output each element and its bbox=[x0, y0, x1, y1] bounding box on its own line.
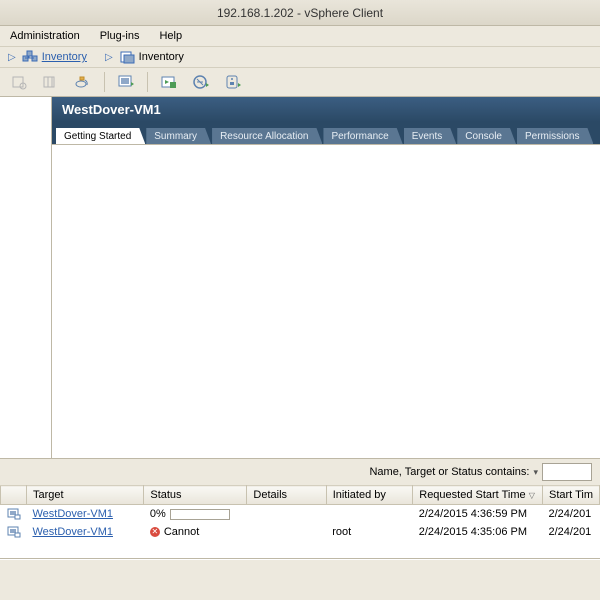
task-target[interactable]: WestDover-VM1 bbox=[33, 508, 113, 520]
inventory-icon-2 bbox=[119, 50, 135, 64]
nav-bar: ▷ Inventory ▷ Inventory bbox=[0, 47, 600, 68]
inventory-icon bbox=[22, 50, 38, 64]
toolbar-btn-4[interactable] bbox=[113, 71, 139, 93]
tab-permissions[interactable]: Permissions bbox=[517, 128, 593, 144]
table-row[interactable]: WestDover-VM1 ✕Cannot root 2/24/2015 4:3… bbox=[1, 523, 600, 541]
nav-arrow-icon: ▷ bbox=[8, 52, 16, 63]
tab-console[interactable]: Console bbox=[457, 128, 516, 144]
status-bar bbox=[0, 559, 600, 581]
breadcrumb-inventory-2: Inventory bbox=[139, 51, 184, 63]
menu-administration[interactable]: Administration bbox=[4, 28, 86, 44]
col-initiated-by[interactable]: Initiated by bbox=[326, 486, 413, 505]
col-requested-start[interactable]: Requested Start Time ▽ bbox=[413, 486, 543, 505]
task-details bbox=[247, 523, 326, 541]
content-pane: WestDover-VM1 Getting Started Summary Re… bbox=[52, 97, 600, 458]
toolbar-btn-2[interactable] bbox=[38, 71, 64, 93]
menu-help[interactable]: Help bbox=[153, 28, 188, 44]
breadcrumb-inventory-1[interactable]: Inventory bbox=[42, 51, 87, 63]
tree-pane[interactable] bbox=[0, 97, 52, 458]
table-spacer bbox=[0, 541, 600, 559]
task-start-time: 2/24/201 bbox=[542, 523, 599, 541]
task-requested-start: 2/24/2015 4:36:59 PM bbox=[413, 505, 543, 524]
window-title: 192.168.1.202 - vSphere Client bbox=[217, 6, 383, 20]
toolbar-btn-5[interactable] bbox=[156, 71, 182, 93]
vm-title: WestDover-VM1 bbox=[52, 97, 600, 122]
toolbar-btn-3[interactable] bbox=[70, 71, 96, 93]
tabs-row: Getting Started Summary Resource Allocat… bbox=[52, 122, 600, 144]
task-status: 0% bbox=[150, 508, 241, 520]
task-start-time: 2/24/201 bbox=[542, 505, 599, 524]
vm-icon bbox=[7, 508, 21, 520]
toolbar-btn-7[interactable] bbox=[220, 71, 246, 93]
toolbar-divider-2 bbox=[147, 72, 148, 92]
tab-getting-started[interactable]: Getting Started bbox=[56, 128, 145, 144]
task-target[interactable]: WestDover-VM1 bbox=[33, 526, 113, 538]
tab-summary[interactable]: Summary bbox=[146, 128, 211, 144]
task-requested-start: 2/24/2015 4:35:06 PM bbox=[413, 523, 543, 541]
task-initiated-by: root bbox=[326, 523, 413, 541]
chevron-down-icon[interactable]: ▾ bbox=[533, 467, 538, 478]
error-icon: ✕ bbox=[150, 527, 160, 537]
nav-arrow-icon-2: ▷ bbox=[105, 52, 113, 63]
col-status[interactable]: Status bbox=[144, 486, 247, 505]
tab-content-area bbox=[52, 144, 600, 458]
tab-events[interactable]: Events bbox=[404, 128, 457, 144]
toolbar-divider bbox=[104, 72, 105, 92]
progress-bar bbox=[170, 509, 230, 520]
toolbar-btn-6[interactable] bbox=[188, 71, 214, 93]
task-initiated-by bbox=[326, 505, 413, 524]
table-row[interactable]: WestDover-VM1 0% 2/24/2015 4:36:59 PM 2/… bbox=[1, 505, 600, 524]
window-titlebar: 192.168.1.202 - vSphere Client bbox=[0, 0, 600, 26]
toolbar bbox=[0, 68, 600, 97]
toolbar-btn-1[interactable] bbox=[6, 71, 32, 93]
filter-input[interactable] bbox=[542, 463, 592, 481]
filter-label: Name, Target or Status contains: bbox=[369, 466, 529, 478]
col-icon[interactable] bbox=[1, 486, 27, 505]
tab-performance[interactable]: Performance bbox=[323, 128, 402, 144]
task-details bbox=[247, 505, 326, 524]
col-start-time[interactable]: Start Tim bbox=[542, 486, 599, 505]
task-status: ✕Cannot bbox=[150, 526, 241, 538]
menu-bar: Administration Plug-ins Help bbox=[0, 26, 600, 47]
task-table: Target Status Details Initiated by Reque… bbox=[0, 485, 600, 541]
filter-row: Name, Target or Status contains: ▾ bbox=[0, 459, 600, 485]
table-header-row: Target Status Details Initiated by Reque… bbox=[1, 486, 600, 505]
vm-icon bbox=[7, 526, 21, 538]
col-target[interactable]: Target bbox=[27, 486, 144, 505]
col-details[interactable]: Details bbox=[247, 486, 326, 505]
sort-desc-icon: ▽ bbox=[529, 491, 535, 500]
tab-resource-allocation[interactable]: Resource Allocation bbox=[212, 128, 322, 144]
main-area: WestDover-VM1 Getting Started Summary Re… bbox=[0, 97, 600, 459]
menu-plugins[interactable]: Plug-ins bbox=[94, 28, 146, 44]
